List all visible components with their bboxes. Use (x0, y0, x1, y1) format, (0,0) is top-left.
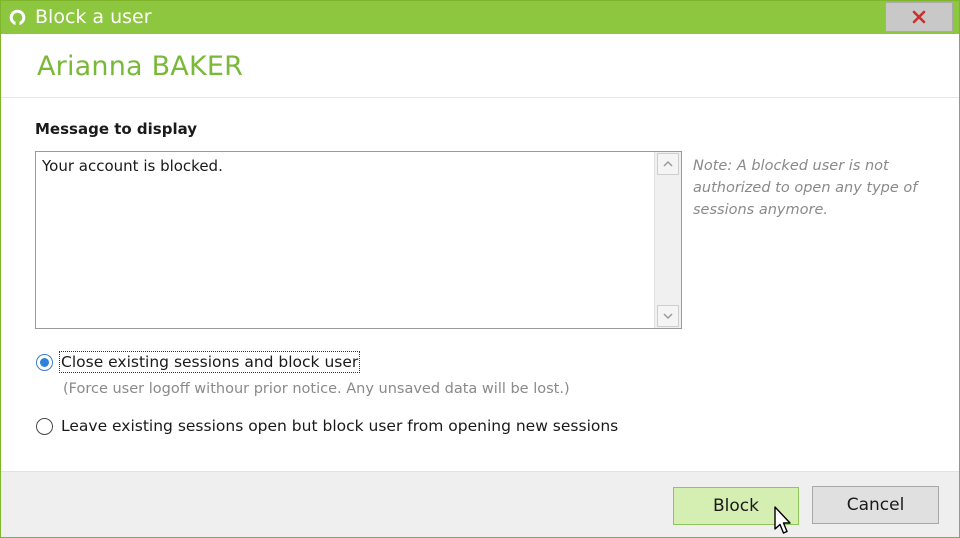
close-sessions-label[interactable]: Close existing sessions and block user (58, 351, 361, 373)
window-title: Block a user (35, 6, 152, 28)
blocked-user-note: Note: A blocked user is not authorized t… (693, 158, 918, 218)
scroll-down-button[interactable] (657, 305, 679, 327)
app-logo-icon (9, 9, 26, 26)
leave-sessions-label[interactable]: Leave existing sessions open but block u… (61, 417, 618, 435)
chevron-down-icon (663, 313, 673, 320)
user-name-heading: Arianna BAKER (37, 51, 244, 82)
mouse-pointer-icon (774, 506, 791, 534)
message-textarea[interactable]: Your account is blocked. (35, 151, 682, 329)
message-text[interactable]: Your account is blocked. (36, 152, 654, 328)
dialog-footer: Block Cancel (1, 471, 959, 537)
textarea-scrollbar[interactable] (654, 152, 681, 328)
chevron-up-icon (663, 160, 673, 167)
close-icon (912, 10, 926, 24)
leave-sessions-radio[interactable] (36, 417, 53, 435)
option-leave-sessions[interactable]: Leave existing sessions open but block u… (36, 417, 618, 435)
block-user-dialog: Block a user Arianna BAKER Message to di… (0, 0, 960, 538)
cancel-button[interactable]: Cancel (812, 486, 939, 524)
title-bar[interactable]: Block a user (1, 1, 959, 34)
option-close-sessions[interactable]: Close existing sessions and block user (36, 351, 361, 373)
scroll-up-button[interactable] (657, 153, 679, 175)
message-label: Message to display (35, 120, 198, 138)
header-divider (1, 97, 959, 98)
close-sessions-hint: (Force user logoff withour prior notice.… (63, 381, 570, 397)
close-sessions-radio[interactable] (36, 353, 53, 371)
close-button[interactable] (885, 2, 953, 32)
